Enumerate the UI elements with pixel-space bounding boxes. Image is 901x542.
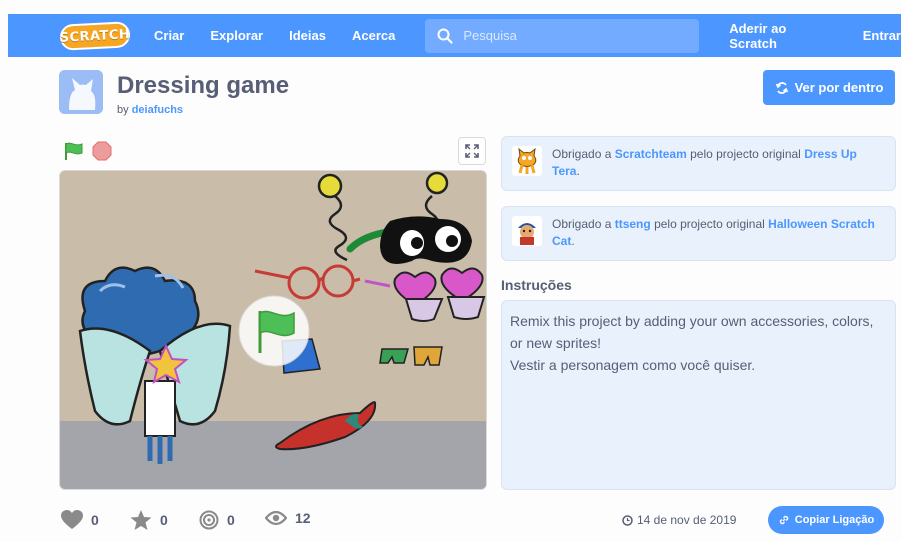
- top-nav-bar: SCRATCH Criar Explorar Ideias Acerca Ade…: [8, 14, 901, 57]
- scratch-logo[interactable]: SCRATCH: [59, 20, 131, 51]
- stage-canvas: [60, 171, 486, 489]
- instructions-text: Remix this project by adding your own ac…: [501, 300, 896, 490]
- remix-stat: 0: [199, 510, 235, 530]
- fullscreen-button[interactable]: [458, 137, 486, 165]
- search-input[interactable]: [463, 28, 684, 43]
- views-stat: 12: [265, 510, 311, 526]
- instructions-line-1: Remix this project by adding your own ac…: [510, 313, 874, 351]
- credit-user-link[interactable]: Scratchteam: [615, 147, 687, 161]
- halloween-cat-icon[interactable]: [512, 216, 542, 246]
- nav-create-link[interactable]: Criar: [154, 28, 184, 43]
- credit-prefix: Obrigado a: [552, 217, 612, 231]
- love-count: 0: [91, 512, 99, 528]
- credit-middle: pelo projecto original: [690, 147, 801, 161]
- stage-start-flag-button[interactable]: [238, 295, 310, 367]
- author-link[interactable]: deiafuchs: [132, 104, 183, 116]
- credit-remix-1: Obrigado a Scratchteam pelo projecto ori…: [501, 136, 896, 191]
- see-inside-button[interactable]: Ver por dentro: [763, 70, 895, 105]
- credit-suffix: .: [576, 164, 580, 178]
- clock-icon: [622, 514, 633, 526]
- nav-explore-link[interactable]: Explorar: [210, 28, 263, 43]
- fullscreen-icon: [465, 144, 479, 158]
- copy-link-button[interactable]: Copiar Ligação: [768, 506, 884, 534]
- credit-prefix: Obrigado a: [552, 147, 612, 161]
- stop-sign-icon[interactable]: [92, 141, 112, 161]
- share-date: 14 de nov de 2019: [622, 513, 736, 527]
- favorite-count: 0: [160, 512, 168, 528]
- love-stat[interactable]: 0: [61, 510, 99, 530]
- project-stage[interactable]: [59, 170, 487, 490]
- green-flag-icon[interactable]: [63, 141, 85, 161]
- credit-remix-2: Obrigado a ttseng pelo projecto original…: [501, 206, 896, 261]
- credit-suffix: .: [571, 234, 575, 248]
- cat-silhouette-icon: [59, 70, 103, 114]
- credit-text-2: Obrigado a ttseng pelo projecto original…: [552, 216, 885, 250]
- share-date-text: 14 de nov de 2019: [637, 513, 737, 527]
- credit-middle: pelo projecto original: [654, 217, 765, 231]
- nav-ideas-link[interactable]: Ideias: [289, 28, 326, 43]
- mask-sprite[interactable]: [380, 216, 472, 264]
- eye-icon: [265, 510, 287, 526]
- search-icon: [437, 28, 453, 44]
- join-scratch-link[interactable]: Aderir ao Scratch: [729, 21, 837, 51]
- byline-prefix: by: [117, 104, 129, 116]
- link-icon: [779, 515, 788, 525]
- remix-count: 0: [227, 512, 235, 528]
- search-box[interactable]: [425, 18, 700, 53]
- remix-spiral-icon: [199, 510, 219, 530]
- credit-text-1: Obrigado a Scratchteam pelo projecto ori…: [552, 146, 885, 180]
- project-title: Dressing game: [117, 72, 290, 99]
- scratch-cat-icon[interactable]: [512, 146, 542, 176]
- favorite-stat[interactable]: 0: [130, 510, 168, 530]
- sign-in-link[interactable]: Entrar: [863, 28, 901, 43]
- project-byline: by deiafuchs: [117, 104, 183, 116]
- remix-arrows-icon: [775, 81, 788, 94]
- nav-about-link[interactable]: Acerca: [352, 28, 395, 43]
- see-inside-label: Ver por dentro: [794, 80, 884, 95]
- views-count: 12: [295, 510, 311, 526]
- instructions-line-2: Vestir a personagem como você quiser.: [510, 357, 756, 373]
- instructions-heading: Instruções: [501, 277, 572, 293]
- credit-user-link[interactable]: ttseng: [615, 217, 651, 231]
- copy-link-label: Copiar Ligação: [794, 514, 875, 526]
- heart-icon: [61, 510, 83, 529]
- star-icon: [130, 510, 152, 530]
- author-avatar[interactable]: [59, 70, 103, 114]
